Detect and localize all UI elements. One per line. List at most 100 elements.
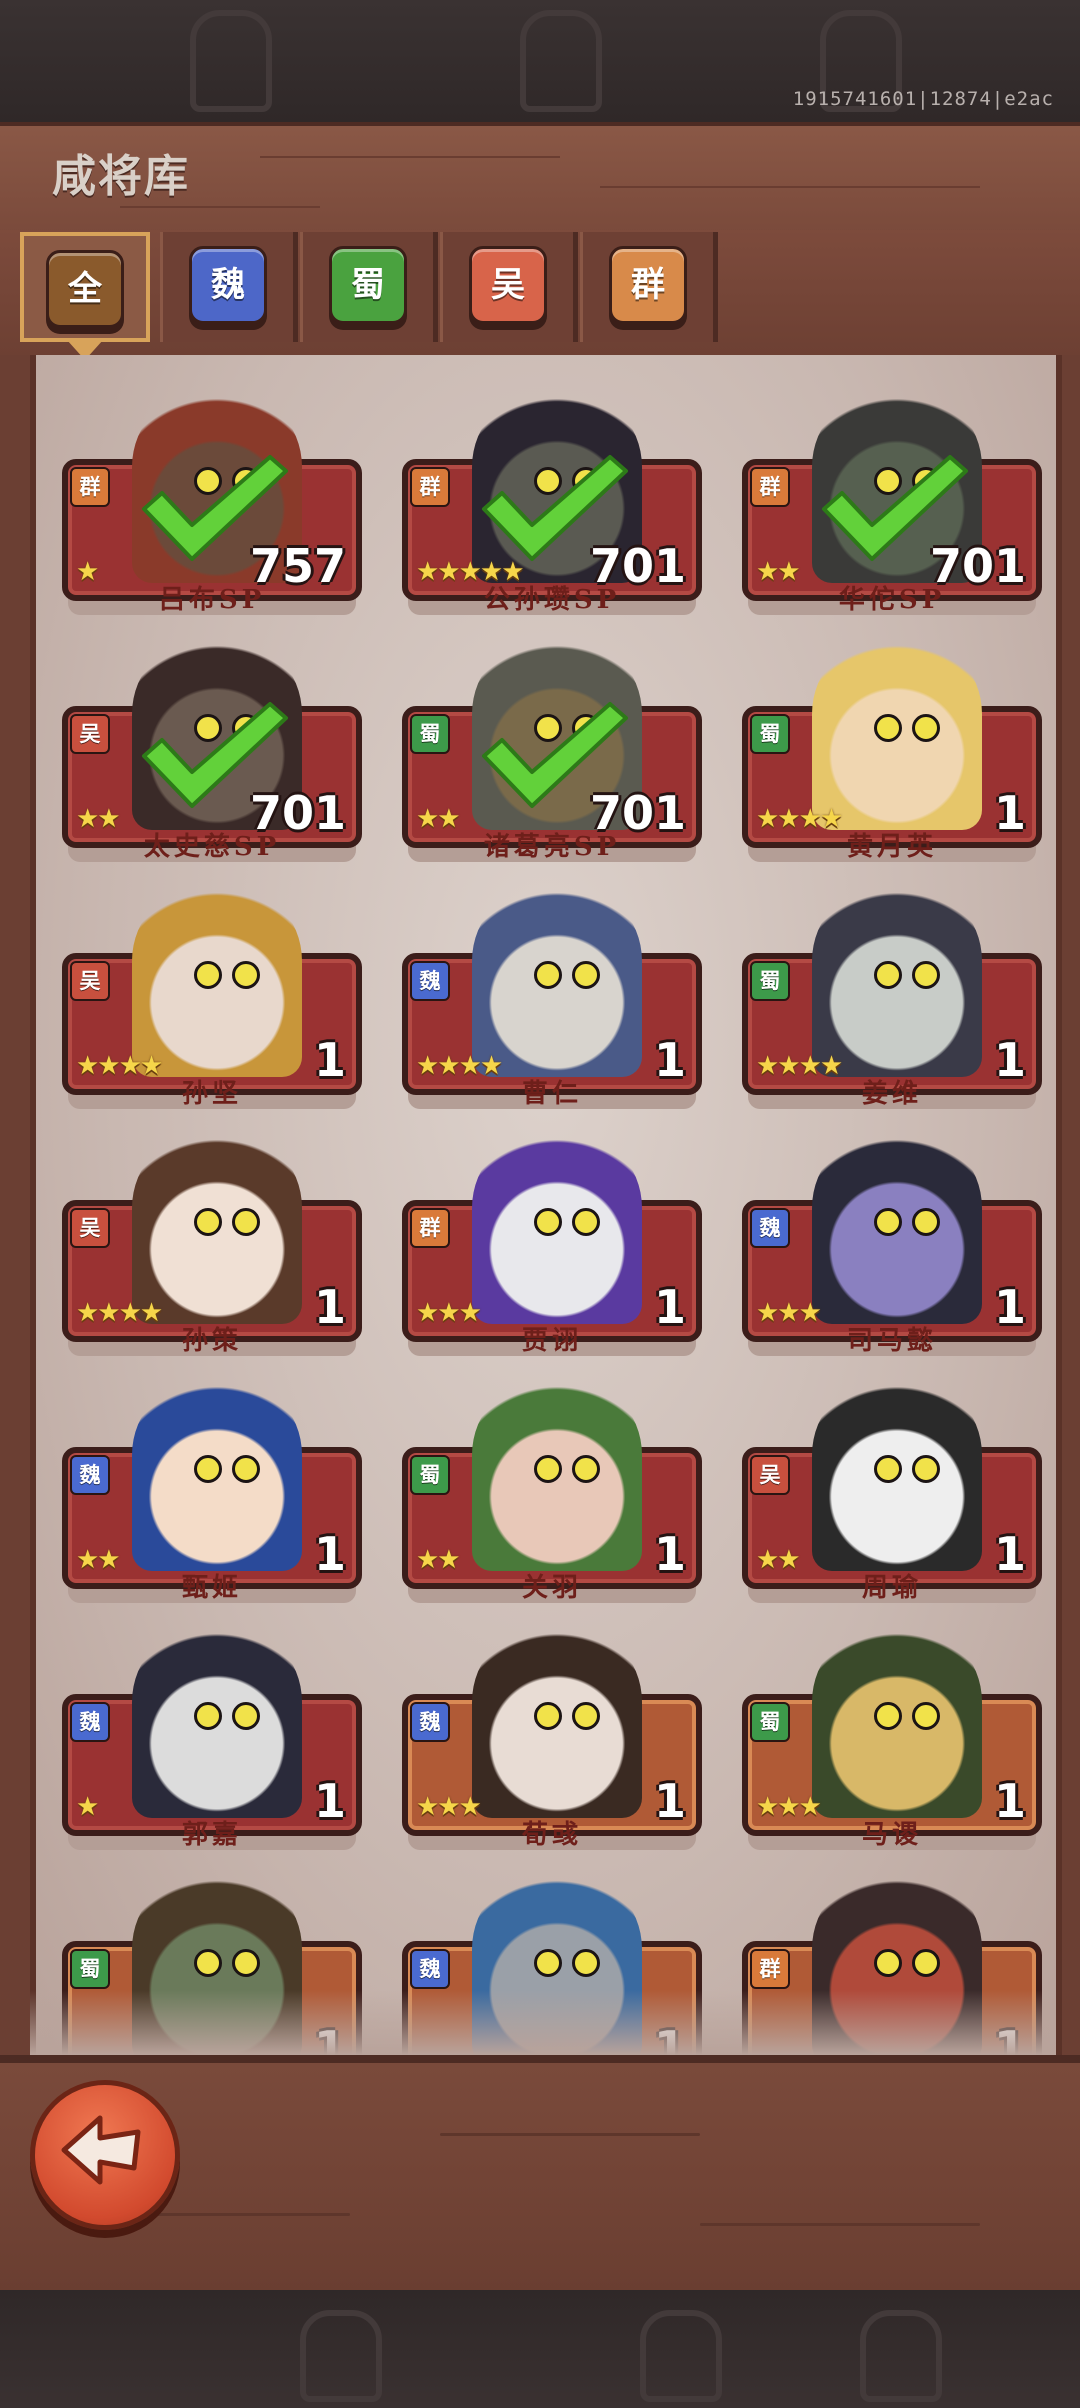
hero-name: 诸葛亮SP	[483, 832, 621, 862]
faction-badge: 群	[410, 467, 450, 507]
hero-name: 司马懿	[846, 1326, 937, 1356]
faction-badge: 魏	[410, 961, 450, 1001]
hero-name: 曹仁	[521, 1079, 582, 1109]
hero-card[interactable]: 魏 ★★★★ 1 曹仁	[402, 881, 702, 1111]
hero-card[interactable]: 群 ★ 757 吕布SP	[62, 387, 362, 617]
hero-portrait	[812, 1128, 982, 1324]
faction-badge: 吴	[70, 961, 110, 1001]
build-id-label: 1915741601|12874|e2ac	[792, 88, 1054, 110]
hero-name: 华佗SP	[838, 585, 946, 615]
hero-portrait	[132, 1375, 302, 1571]
hero-eye	[534, 1702, 562, 1730]
hero-name: 黄月英	[846, 832, 937, 862]
faction-badge: 蜀	[750, 961, 790, 1001]
faction-badge: 吴	[750, 1455, 790, 1495]
hero-portrait	[472, 1375, 642, 1571]
hero-portrait	[472, 881, 642, 1077]
hero-card[interactable]: 魏 ★★★ 1 荀彧	[402, 1622, 702, 1852]
hero-name: 周瑜	[861, 1573, 922, 1603]
hero-card[interactable]: 蜀 ★★ 1 关羽	[402, 1375, 702, 1605]
hero-card[interactable]: 蜀 ★★ 701 诸葛亮SP	[402, 634, 702, 864]
hero-portrait	[132, 1128, 302, 1324]
hero-card[interactable]: 魏 ★★★ 1 司马懿	[742, 1128, 1042, 1358]
hero-eye	[874, 1208, 902, 1236]
hero-eye	[572, 961, 600, 989]
hero-card[interactable]: 吴 ★★★★ 1 孙坚	[62, 881, 362, 1111]
hero-eye	[874, 1702, 902, 1730]
page-title: 咸将库	[52, 151, 190, 202]
faction-badge: 蜀	[750, 714, 790, 754]
bottom-decor-ornament	[300, 2310, 382, 2402]
faction-tab-label: 全	[46, 250, 124, 328]
hero-name: 郭嘉	[181, 1820, 242, 1850]
faction-badge: 魏	[70, 1702, 110, 1742]
hero-name: 关羽	[521, 1573, 582, 1603]
hero-eye	[194, 1455, 222, 1483]
hero-portrait	[472, 1128, 642, 1324]
hero-name: 甄姬	[181, 1573, 242, 1603]
faction-badge: 魏	[410, 1949, 450, 1989]
hero-card[interactable]: 魏 ★★ 1 甄姬	[62, 1375, 362, 1605]
hero-eye	[194, 1208, 222, 1236]
hero-portrait	[812, 1622, 982, 1818]
faction-tab-label: 群	[609, 246, 687, 324]
faction-badge: 魏	[410, 1702, 450, 1742]
hero-portrait	[472, 1622, 642, 1818]
hero-name: 公孙瓒SP	[483, 585, 621, 615]
hero-list-panel[interactable]: 群 ★ 757 吕布SP 群 ★★★★★ 701 公孙瓒SP 群 ★★ 701 华佗SP 吴 ★★ 701 太…	[30, 355, 1062, 2055]
faction-badge: 群	[70, 467, 110, 507]
hero-portrait	[812, 634, 982, 830]
hero-name: 贾诩	[521, 1326, 582, 1356]
hero-name: 荀彧	[521, 1820, 582, 1850]
hero-eye	[874, 1455, 902, 1483]
hero-portrait	[812, 1375, 982, 1571]
hero-portrait	[812, 881, 982, 1077]
hero-eye	[572, 1455, 600, 1483]
faction-badge: 蜀	[410, 714, 450, 754]
hero-card[interactable]: 蜀 ★★★★ 1 黄月英	[742, 634, 1042, 864]
hero-eye	[232, 1455, 260, 1483]
panel-fade	[30, 1990, 1050, 2055]
faction-badge: 群	[750, 467, 790, 507]
hero-card[interactable]: 吴 ★★ 701 太史慈SP	[62, 634, 362, 864]
bottom-decor-band	[0, 2290, 1080, 2408]
faction-badge: 吴	[70, 714, 110, 754]
hero-eye	[912, 714, 940, 742]
hero-card[interactable]: 吴 ★★★★ 1 孙策	[62, 1128, 362, 1358]
faction-badge: 魏	[70, 1455, 110, 1495]
hero-name: 孙坚	[181, 1079, 242, 1109]
hero-eye	[232, 1702, 260, 1730]
hero-portrait	[132, 1622, 302, 1818]
faction-badge: 魏	[750, 1208, 790, 1248]
top-decor-ornament	[520, 10, 602, 112]
faction-tab[interactable]: 全	[20, 232, 150, 360]
back-button[interactable]	[30, 2080, 180, 2230]
faction-tab[interactable]: 蜀	[300, 232, 438, 342]
bottom-decor-ornament	[640, 2310, 722, 2402]
back-arrow-icon	[61, 2115, 141, 2185]
hero-eye	[534, 961, 562, 989]
hero-card[interactable]: 群 ★★★ 1 贾诩	[402, 1128, 702, 1358]
faction-badge: 蜀	[410, 1455, 450, 1495]
hero-eye	[912, 1208, 940, 1236]
faction-badge: 蜀	[70, 1949, 110, 1989]
hero-name: 马谡	[861, 1820, 922, 1850]
hero-card[interactable]: 蜀 ★★★★ 1 姜维	[742, 881, 1042, 1111]
faction-tab[interactable]: 魏	[160, 232, 298, 342]
hero-eye	[912, 1455, 940, 1483]
hero-card[interactable]: 群 ★★★★★ 701 公孙瓒SP	[402, 387, 702, 617]
faction-badge: 群	[750, 1949, 790, 1989]
faction-tab-label: 魏	[189, 246, 267, 324]
top-decor-ornament	[190, 10, 272, 112]
hero-card[interactable]: 蜀 ★★★ 1 马谡	[742, 1622, 1042, 1852]
faction-tab[interactable]: 吴	[440, 232, 578, 342]
hero-card[interactable]: 群 ★★ 701 华佗SP	[742, 387, 1042, 617]
hero-eye	[572, 1702, 600, 1730]
hero-card[interactable]: 吴 ★★ 1 周瑜	[742, 1375, 1042, 1605]
hero-eye	[874, 714, 902, 742]
hero-card[interactable]: 魏 ★ 1 郭嘉	[62, 1622, 362, 1852]
faction-tab[interactable]: 群	[580, 232, 718, 342]
hero-name: 姜维	[861, 1079, 922, 1109]
faction-tab-label: 蜀	[329, 246, 407, 324]
faction-badge: 蜀	[750, 1702, 790, 1742]
